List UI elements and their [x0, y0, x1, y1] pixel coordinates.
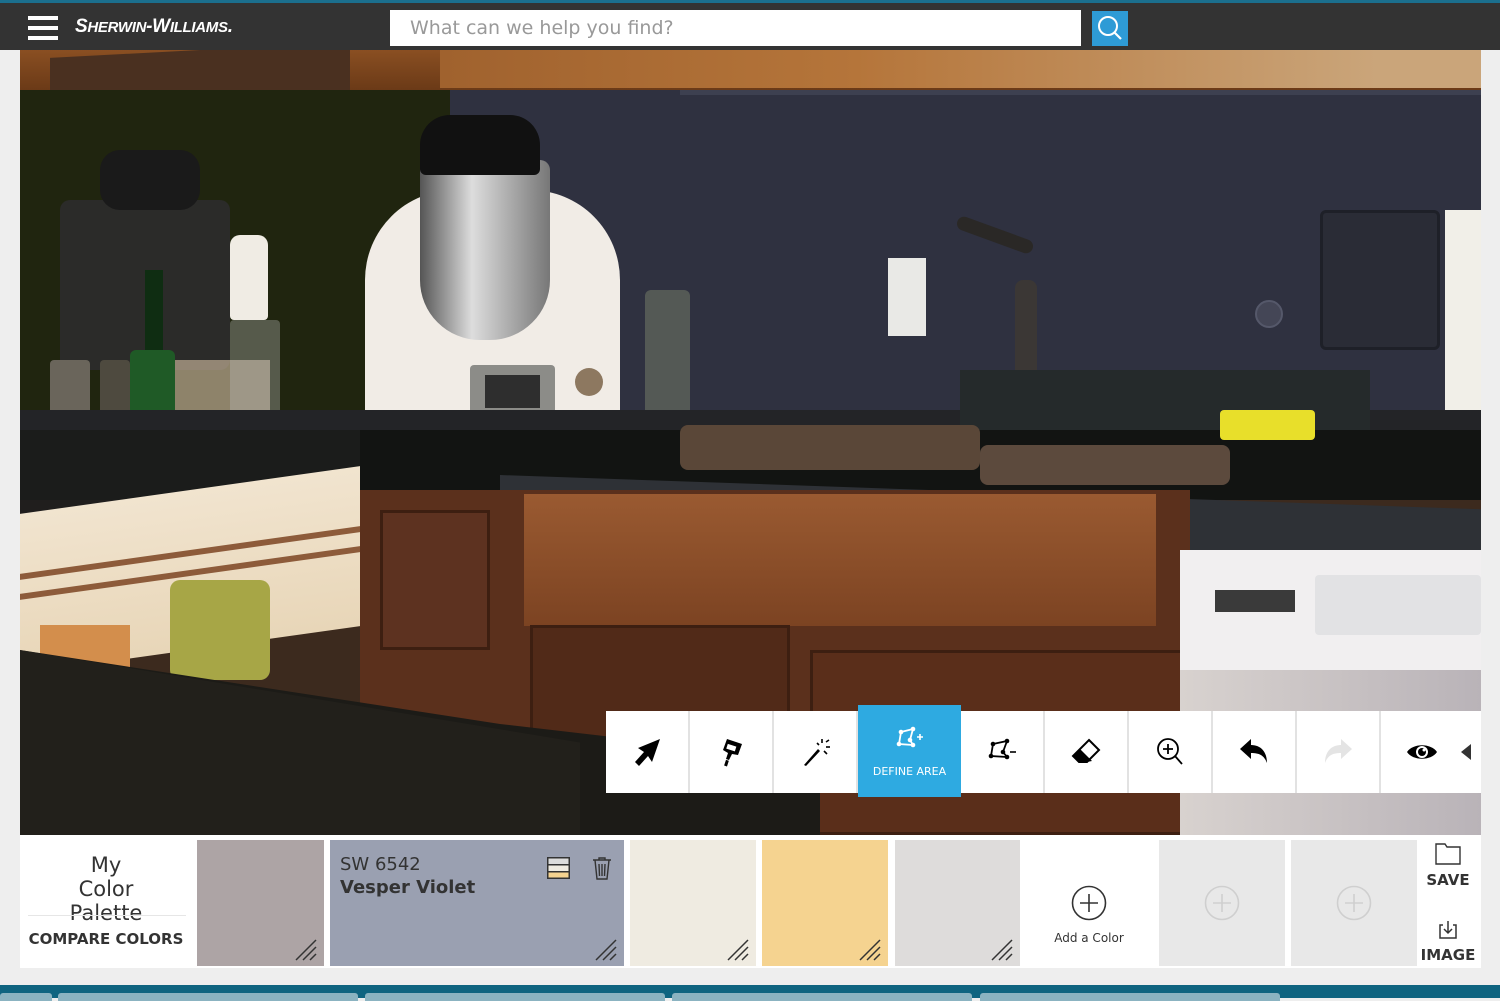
browser-tab[interactable] [980, 993, 1280, 1001]
add-color-label: Add a Color [1054, 931, 1124, 945]
color-code: SW 6542 [340, 854, 421, 875]
eraser-icon [1071, 738, 1101, 763]
browser-tab[interactable] [58, 993, 358, 1001]
page-margin [1481, 50, 1500, 968]
tool-redo[interactable] [1297, 711, 1381, 793]
tool-select[interactable] [606, 711, 690, 793]
paint-brush-icon [723, 739, 742, 767]
polygon-remove-icon [988, 738, 1016, 760]
eye-icon [1407, 745, 1437, 759]
color-stripes-icon[interactable] [546, 855, 572, 881]
empty-color-slot[interactable] [1291, 840, 1417, 966]
trash-icon[interactable] [589, 855, 615, 881]
tool-remove-area[interactable] [961, 711, 1045, 793]
compare-colors-button[interactable]: COMPARE COLORS [20, 930, 192, 948]
arrow-pointer-icon [635, 739, 660, 766]
resize-handle-icon[interactable] [726, 938, 750, 962]
image-label: IMAGE [1420, 946, 1476, 964]
browser-tab[interactable] [672, 993, 972, 1001]
color-palette-panel: My Color Palette COMPARE COLORS SW 6542 … [20, 835, 1481, 968]
tool-undo[interactable] [1213, 711, 1297, 793]
search-button[interactable] [1092, 11, 1128, 46]
magic-wand-icon [804, 739, 830, 766]
folder-icon [1435, 843, 1461, 865]
browser-tab[interactable] [0, 993, 52, 1001]
polygon-add-icon [896, 726, 923, 747]
plus-circle-icon [1204, 885, 1240, 921]
paint-toolbar: DEFINE AREA [606, 705, 1465, 797]
resize-handle-icon[interactable] [858, 938, 882, 962]
tool-erase[interactable] [1045, 711, 1129, 793]
add-color-button[interactable]: Add a Color [1026, 840, 1152, 966]
resize-handle-icon[interactable] [990, 938, 1014, 962]
search-input[interactable] [390, 10, 1081, 46]
save-button[interactable]: SAVE [1415, 842, 1481, 889]
plus-circle-icon [1071, 885, 1107, 921]
resize-handle-icon[interactable] [594, 938, 618, 962]
save-label: SAVE [1426, 871, 1470, 889]
tool-paint[interactable] [690, 711, 774, 793]
color-swatch[interactable] [630, 840, 756, 966]
color-swatch[interactable] [197, 840, 324, 966]
top-navigation-bar: SHERWIN-WILLIAMS. [0, 0, 1500, 50]
tool-zoom[interactable] [1129, 711, 1213, 793]
undo-icon [1240, 739, 1267, 763]
empty-color-slot[interactable] [1159, 840, 1285, 966]
resize-handle-icon[interactable] [294, 938, 318, 962]
brand-logo[interactable]: SHERWIN-WILLIAMS. [75, 16, 233, 38]
redo-icon [1325, 739, 1352, 763]
download-image-button[interactable]: IMAGE [1415, 919, 1481, 964]
tool-define-area-label: DEFINE AREA [872, 764, 947, 778]
zoom-in-icon [1157, 738, 1183, 765]
color-name: Vesper Violet [340, 877, 476, 898]
color-swatch[interactable] [762, 840, 888, 966]
divider [28, 915, 186, 916]
page-margin [0, 50, 20, 968]
toolbar-collapse-button[interactable] [1450, 711, 1481, 793]
tool-define-area[interactable]: DEFINE AREA [858, 705, 961, 797]
plus-circle-icon [1336, 885, 1372, 921]
color-swatch[interactable] [895, 840, 1020, 966]
caret-left-icon [1460, 744, 1471, 760]
color-swatch-selected[interactable]: SW 6542 Vesper Violet [330, 840, 624, 966]
tool-magic-wand[interactable] [774, 711, 858, 793]
browser-tab[interactable] [365, 993, 665, 1001]
hamburger-menu-icon[interactable] [28, 16, 58, 42]
search-icon [1098, 16, 1122, 40]
download-icon [1439, 921, 1457, 939]
